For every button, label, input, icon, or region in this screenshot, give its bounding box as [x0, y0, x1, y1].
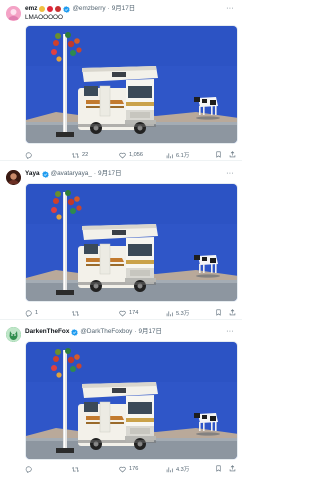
reply-count: 1 — [35, 310, 39, 316]
verified-badge-icon — [42, 171, 49, 178]
avatar[interactable] — [6, 170, 21, 185]
like-button[interactable]: 174 — [119, 308, 138, 318]
more-options-icon[interactable]: ··· — [226, 327, 234, 337]
bookmark-icon[interactable] — [215, 465, 222, 472]
reply-icon — [25, 466, 32, 473]
view-count: 4.3万 — [176, 467, 190, 473]
post-image[interactable] — [25, 25, 238, 144]
avatar[interactable] — [6, 6, 21, 21]
repost-button[interactable]: 22 — [72, 150, 88, 160]
post-header: DarkenTheFox @DarkTheFoxboy · 9月17日 — [25, 327, 218, 337]
views-button[interactable]: 5.3万 — [166, 308, 189, 318]
like-count: 176 — [129, 466, 139, 472]
post-darkenthefox[interactable]: DarkenTheFox @DarkTheFoxboy · 9月17日 ··· … — [0, 320, 242, 480]
handle[interactable]: @DarkTheFoxboy — [80, 327, 132, 337]
handle[interactable]: @emzberry — [72, 4, 105, 14]
like-icon — [119, 310, 126, 317]
separator: · — [107, 5, 110, 12]
emoji-icon — [39, 6, 46, 12]
post-image[interactable] — [25, 341, 238, 460]
post-header: Yaya @avataryaya_ · 9月17日 — [25, 169, 218, 179]
verified-badge-icon — [71, 329, 78, 336]
share-icon[interactable] — [229, 151, 236, 158]
more-options-icon[interactable]: ··· — [226, 4, 234, 14]
like-icon — [119, 466, 126, 473]
bookmark-icon[interactable] — [215, 151, 222, 158]
action-bar: 176 4.3万 — [25, 464, 238, 474]
reply-button[interactable]: 1 — [25, 308, 38, 318]
action-bar: 1 174 5.3万 — [25, 308, 238, 318]
reply-icon — [25, 310, 32, 317]
repost-icon — [72, 466, 79, 473]
like-icon — [119, 152, 126, 159]
verified-badge-icon — [63, 6, 70, 13]
emoji-icon — [55, 6, 62, 12]
views-button[interactable]: 4.3万 — [166, 464, 189, 474]
timestamp[interactable]: 9月17日 — [139, 327, 162, 337]
views-icon — [166, 466, 173, 473]
separator: · — [93, 170, 97, 177]
views-icon — [166, 310, 173, 317]
post-emz[interactable]: emz @emzberry · 9月17日 ··· LMAOOOOO 22 1,… — [0, 0, 242, 161]
handle[interactable]: @avataryaya_ — [51, 169, 92, 179]
view-count: 6.1万 — [176, 153, 190, 159]
repost-button[interactable] — [72, 464, 82, 474]
share-icon[interactable] — [229, 309, 236, 316]
reply-icon — [25, 152, 32, 159]
like-count: 1,056 — [129, 152, 143, 158]
repost-icon — [72, 310, 79, 317]
heart-emoji-icon — [47, 6, 54, 12]
bookmark-icon[interactable] — [215, 309, 222, 316]
timestamp[interactable]: 9月17日 — [98, 169, 121, 179]
repost-button[interactable] — [72, 308, 82, 318]
more-options-icon[interactable]: ··· — [226, 169, 234, 179]
like-button[interactable]: 176 — [119, 464, 138, 474]
views-icon — [166, 152, 173, 159]
repost-icon — [72, 152, 79, 159]
share-icon[interactable] — [229, 465, 236, 472]
action-bar: 22 1,056 6.1万 — [25, 150, 238, 160]
view-count: 5.3万 — [176, 311, 190, 317]
repost-count: 22 — [82, 152, 89, 158]
post-text: LMAOOOOO — [25, 14, 63, 21]
separator: · — [134, 328, 137, 335]
reply-button[interactable] — [25, 464, 35, 474]
like-count: 174 — [129, 310, 139, 316]
timestamp[interactable]: 9月17日 — [112, 4, 135, 14]
display-name[interactable]: Yaya — [25, 169, 40, 179]
reply-button[interactable] — [25, 150, 35, 160]
like-button[interactable]: 1,056 — [119, 150, 143, 160]
avatar[interactable] — [6, 327, 21, 342]
post-image[interactable] — [25, 183, 238, 302]
display-name[interactable]: DarkenTheFox — [25, 327, 69, 337]
views-button[interactable]: 6.1万 — [166, 150, 189, 160]
post-yaya[interactable]: Yaya @avataryaya_ · 9月17日 ··· 1 174 5.3万 — [0, 161, 242, 320]
